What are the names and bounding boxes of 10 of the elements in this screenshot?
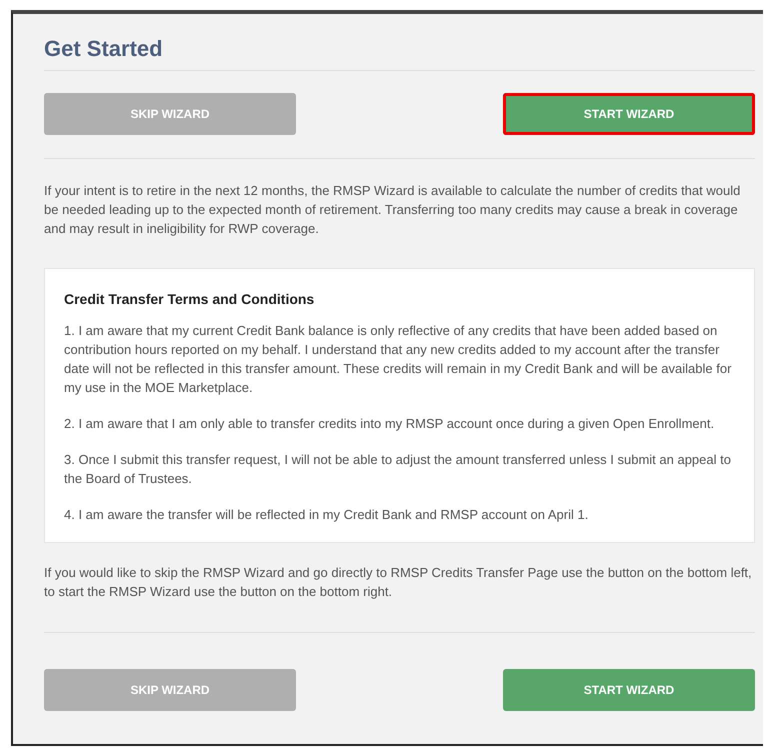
start-wizard-button[interactable]: START WIZARD [503,93,755,135]
skip-wizard-button[interactable]: SKIP WIZARD [44,93,296,135]
terms-paragraph: 4. I am aware the transfer will be reflected in my Credit Bank and RMSP account on April 1. [64,506,590,524]
intro-text: If your intent is to retire in the next 12 months, the RMSP Wizard is available to calculate the number of credits that would be needed leading up to the expected month of retirement. Transferring too many credits may cause a break in coverage and may result in ineligibility for RWP coverage. [44,182,742,238]
page-title: Get Started [44,36,755,71]
terms-paragraph: 1. I am aware that my current Credit Bank balance is only reflective of any credits that have been added based on contribution hours reported on my behalf. I understand that any new credits added to my account after the transfer date will not be reflected in this transfer amount. These credits will remain in my Credit Bank and will be available for my use in the MOE Marketplace. [64,322,732,397]
terms-paragraph: 3. Once I submit this transfer request, I will not be able to adjust the amount transferred unless I submit an appeal to the Board of Trustees. [64,451,732,488]
terms-paragraph: 2. I am aware that I am only able to transfer credits into my RMSP account once during a given Open Enrollment. [64,415,716,433]
instructions-text: If you would like to skip the RMSP Wizard and go directly to RMSP Credits Transfer Page use the button on the bottom left, to start the RMSP Wizard use the button on the bottom right. [44,564,753,601]
terms-title: Credit Transfer Terms and Conditions [64,291,316,307]
